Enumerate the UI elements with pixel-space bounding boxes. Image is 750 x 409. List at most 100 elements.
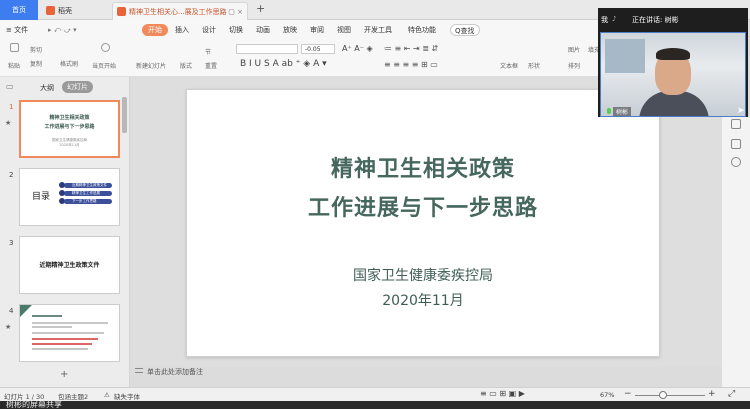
thumb-line [32,326,72,328]
thumb-line [32,332,104,334]
pin-icon[interactable] [731,119,741,129]
tab-outline[interactable]: 大纲 [40,83,54,93]
view-mode-icons[interactable]: ≡ ▭ ⊞ ▣ ▶ [480,389,525,398]
picture-button[interactable]: 图片 [568,45,580,54]
tab-presentation-label: 精神卫生相关心...展及工作思路 [129,8,227,16]
background-window [605,39,645,73]
animation-star-icon: ★ [5,323,12,331]
zoom-slider-track[interactable] [635,395,705,396]
play-icon[interactable] [101,43,110,52]
status-bar: 幻灯片 1 / 30 包涵主题2 ⚠ 缺失字体 ≡ ▭ ⊞ ▣ ▶ 67% − … [0,387,750,401]
layout-button[interactable]: 版式 [180,61,192,70]
slide-thumbnail-panel: ▭ 大纲 幻灯片 1 ★ 精神卫生相关政策 工作进展与下一步思路 国家卫生健康委… [0,77,130,387]
thumb-toc-item: 下一步工作思路 [64,199,112,204]
thumb-heading: 近期精神卫生政策文件 [39,262,100,269]
zoom-out-icon[interactable]: − [624,389,632,399]
theme-name: 包涵主题2 [58,393,89,401]
right-side-toolbar [722,117,750,387]
fit-window-icon[interactable]: ⤢ [728,389,735,399]
zoom-slider-knob[interactable] [659,391,667,399]
ppt-icon [117,7,126,16]
tab-docer[interactable]: 稻壳 [42,2,108,20]
slide-number: 4 [9,307,14,315]
arrange-button[interactable]: 排列 [568,61,580,70]
notes-grip-icon[interactable] [135,368,143,373]
slide-organization[interactable]: 国家卫生健康委疾控局 [187,265,659,285]
cut-button[interactable]: 剪切 [30,45,42,54]
tab-presentation[interactable]: 精神卫生相关心...展及工作思路 ♡ ▢ × [112,2,248,20]
search-button[interactable]: Q查找 [450,24,480,36]
thumb-toc-item: 精神卫生工作进展 [64,191,112,196]
missing-font-button[interactable]: 缺失字体 [114,391,140,401]
zoom-in-icon[interactable]: + [708,389,716,399]
menu-view[interactable]: 视图 [337,24,351,36]
slide-title-line2[interactable]: 工作进展与下一步思路 [187,190,659,222]
slide-number: 3 [9,239,14,247]
video-call-window[interactable]: 我 ♪ 正在讲话: 树彬 树彬 ➤ [598,8,748,117]
mic-icon: ♪ [612,15,617,23]
video-header: 我 ♪ 正在讲话: 树彬 [598,8,748,32]
slide-thumbnail-1[interactable]: 精神卫生相关政策 工作进展与下一步思路 国家卫生健康委疾控局 2020年11月 [19,100,120,158]
text-box-button[interactable]: 文本框 [500,61,518,70]
section-button[interactable]: 节 [205,47,211,56]
corner-decoration [20,305,32,317]
notes-placeholder[interactable]: 单击此处添加备注 [147,367,203,377]
help-icon[interactable] [731,157,741,167]
tab-docer-label: 稻壳 [58,7,72,15]
thumb-date: 2020年11月 [59,143,80,147]
tab-slides[interactable]: 幻灯片 [62,81,93,93]
slide-date[interactable]: 2020年11月 [187,290,659,310]
font-family-select[interactable] [236,44,298,54]
ribbon-toolbar: 粘贴 剪切 复制 格式刷 当页开始 新建幻灯片 版式 节 重置 -0.05 A⁺… [0,39,600,77]
menu-animation[interactable]: 动画 [256,24,270,36]
copy-button[interactable]: 复制 [30,59,42,68]
thumb-line [32,343,92,345]
docer-icon [46,6,55,15]
menu-insert[interactable]: 插入 [175,24,189,36]
paste-label: 粘贴 [8,63,21,70]
animation-star-icon: ★ [5,119,12,127]
paste-icon[interactable] [10,43,19,52]
new-slide-button[interactable]: 新建幻灯片 [136,61,166,70]
thumbnail-scrollbar[interactable] [122,97,127,133]
mouse-cursor-icon: ➤ [737,106,745,116]
slide-title-line1[interactable]: 精神卫生相关政策 [187,151,659,183]
menu-start[interactable]: 开始 [142,24,168,36]
format-painter-button[interactable]: 格式刷 [60,59,78,68]
quick-access-icons[interactable]: ▸ ⤺ ⤻ ▾ [48,24,77,36]
paragraph-icons[interactable]: ≔ ≡ ⇤ ⇥ ≣ ⇵ [384,44,438,53]
menu-transition[interactable]: 切换 [229,24,243,36]
font-size-select[interactable]: -0.05 [301,44,335,54]
menu-slideshow[interactable]: 放映 [283,24,297,36]
slide-thumbnail-2[interactable]: 目录 近期精神卫生政策文件 精神卫生工作进展 下一步工作思路 [19,168,120,226]
slide-thumbnail-3[interactable]: 近期精神卫生政策文件 [19,236,120,294]
text-format-icons[interactable]: B I U S A ab ⁺ ◈ A ▾ [240,59,327,69]
align-icons[interactable]: ≡ ≡ ≡ ≡ ⊞ ▭ [384,60,438,69]
slide-count: 幻灯片 1 / 30 [4,393,45,401]
menu-design[interactable]: 设计 [202,24,216,36]
collapse-panel-icon[interactable]: ▭ [6,82,14,91]
add-slide-button[interactable]: + [60,369,68,380]
file-menu[interactable]: ≡ 文件 [6,24,28,36]
font-grow-icon[interactable]: A⁺ A⁻ ◈ [342,44,373,53]
menu-special[interactable]: 特色功能 [408,24,436,36]
reset-button[interactable]: 重置 [205,61,217,70]
speaker-hair [656,48,690,60]
speaker-video[interactable]: 树彬 ➤ [600,32,746,117]
play-from-current-button[interactable]: 当页开始 [92,61,116,70]
slide-number: 1 [9,103,14,111]
notes-pane[interactable]: 单击此处添加备注 [131,367,722,377]
thumb-line [32,338,98,340]
speaking-status: 正在讲话: 树彬 [632,16,679,24]
menu-review[interactable]: 审阅 [310,24,324,36]
shape-button[interactable]: 形状 [528,61,540,70]
current-slide[interactable]: 精神卫生相关政策 工作进展与下一步思路 国家卫生健康委疾控局 2020年11月 [186,89,660,357]
tab-home[interactable]: 首页 [0,0,38,20]
self-label: 我 [601,16,608,24]
slide-thumbnail-4[interactable] [19,304,120,362]
menu-developer[interactable]: 开发工具 [364,24,392,36]
new-tab-button[interactable]: + [256,2,265,15]
tab-controls[interactable]: ♡ ▢ × [220,3,243,21]
thumb-subtitle: 工作进展与下一步思路 [44,124,95,130]
property-icon[interactable] [731,139,741,149]
